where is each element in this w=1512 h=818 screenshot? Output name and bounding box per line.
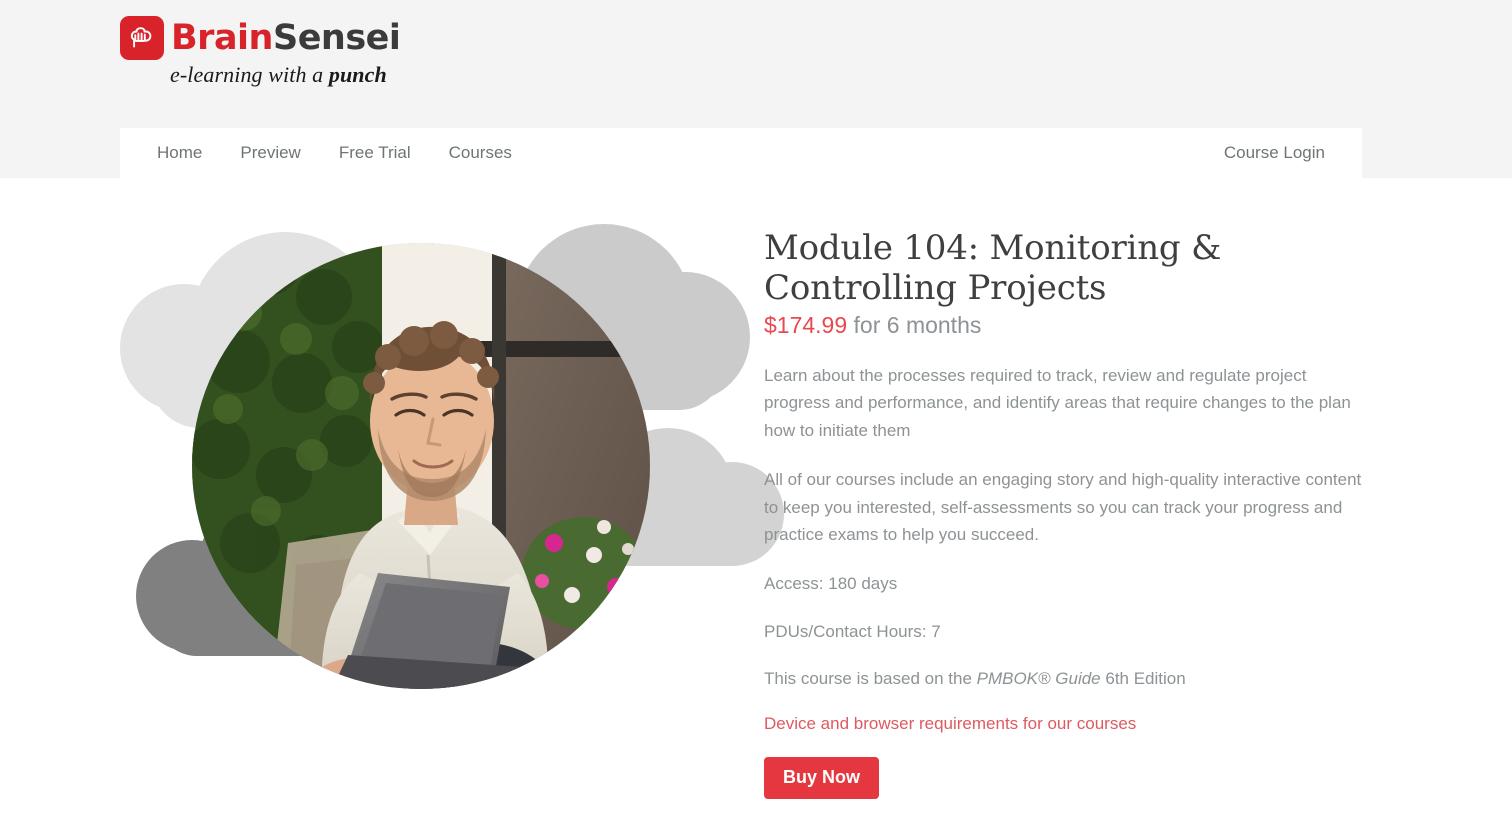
- course-standard-guide: PMBOK® Guide: [976, 669, 1101, 688]
- logo-tagline: e-learning with a punch: [170, 62, 410, 88]
- logo-wordmark: BrainSensei: [171, 17, 401, 58]
- course-access: Access: 180 days: [764, 574, 898, 593]
- nav-primary-links: Home Preview Free Trial Courses: [138, 128, 531, 178]
- site-logo[interactable]: BrainSensei e-learning with a punch: [120, 16, 410, 88]
- nav-item-courses[interactable]: Courses: [430, 128, 531, 178]
- nav-item-free-trial[interactable]: Free Trial: [320, 128, 430, 178]
- logo-tagline-emphasis: punch: [328, 62, 387, 87]
- logo-top-row: BrainSensei: [120, 16, 410, 60]
- main-navigation: Home Preview Free Trial Courses Course L…: [120, 128, 1362, 178]
- requirements-link[interactable]: Device and browser requirements for our …: [764, 714, 1136, 734]
- course-standard-suffix: 6th Edition: [1100, 669, 1186, 688]
- course-photo: [192, 243, 650, 689]
- course-pdus: PDUs/Contact Hours: 7: [764, 621, 941, 641]
- course-detail: Module 104: Monitoring & Controlling Pro…: [764, 228, 1364, 800]
- nav-secondary-links: Course Login: [1205, 128, 1344, 178]
- course-standard-prefix: This course is based on the: [764, 669, 977, 688]
- brain-icon: [120, 16, 164, 60]
- main-content: Module 104: Monitoring & Controlling Pro…: [0, 178, 1512, 818]
- course-price-period: for 6 months: [853, 312, 982, 339]
- course-description: Learn about the processes required to tr…: [764, 365, 1351, 440]
- course-features: All of our courses include an engaging s…: [764, 470, 1362, 545]
- course-standard: This course is based on the PMBOK® Guide…: [764, 666, 1364, 692]
- nav-item-home[interactable]: Home: [138, 128, 221, 178]
- course-price: $174.99: [764, 312, 848, 339]
- price-line: $174.99 for 6 months: [764, 312, 1364, 340]
- course-illustration: [120, 218, 784, 718]
- buy-now-button[interactable]: Buy Now: [764, 756, 880, 800]
- logo-word-brain: Brain: [171, 17, 273, 58]
- page-title: Module 104: Monitoring & Controlling Pro…: [764, 228, 1222, 309]
- logo-word-sensei: Sensei: [272, 17, 401, 58]
- logo-tagline-prefix: e-learning with a: [170, 62, 329, 87]
- nav-item-preview[interactable]: Preview: [221, 128, 319, 178]
- nav-item-course-login[interactable]: Course Login: [1205, 128, 1344, 178]
- site-header: BrainSensei e-learning with a punch Home…: [0, 0, 1512, 178]
